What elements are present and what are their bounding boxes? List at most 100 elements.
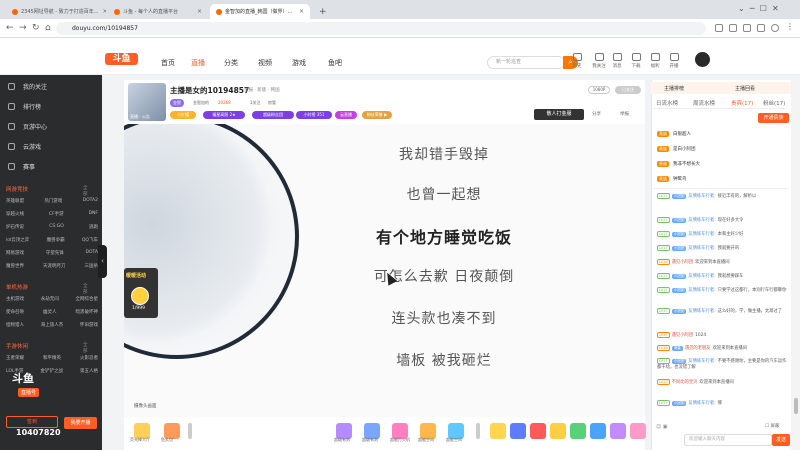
bookmark-icon[interactable] [757, 24, 765, 32]
game-row[interactable]: 使命召唤 幽灵人 暗黑破坏神 [6, 309, 98, 315]
gift-icon[interactable] [510, 423, 526, 439]
sidebar-item-webgame[interactable]: 页游中心 [8, 122, 47, 131]
game-row[interactable]: 网易游戏 守望先锋 DOTA [6, 250, 98, 256]
game-row[interactable]: 怪物猎人 海上旅人杰 怀旧游戏 [6, 322, 98, 328]
chat-username[interactable]: 友情练车行者: [688, 359, 715, 364]
gift-icon[interactable] [530, 423, 546, 439]
gift-icon[interactable] [550, 423, 566, 439]
game-row[interactable]: 炉石传说 CS:GO 逃跑 [6, 224, 98, 230]
page-scrollbar[interactable] [793, 80, 800, 450]
profile-icon[interactable] [771, 24, 779, 32]
chat-username[interactable]: 友情练车行者: [688, 309, 715, 314]
game-row[interactable]: 主机游戏 永劫无间 全网综合星 [6, 296, 98, 302]
nav-yuba[interactable]: 鱼吧 [328, 58, 342, 68]
extension-icon[interactable] [715, 24, 723, 32]
gift-icon[interactable] [630, 423, 646, 439]
gift-icon[interactable] [610, 423, 626, 439]
tab-weekly-rank[interactable]: 周流水榜 [693, 99, 715, 107]
room-admin[interactable]: 房管 [265, 99, 279, 107]
chat-username[interactable]: 不同比的宝贝 [672, 380, 698, 385]
gift-icon[interactable] [570, 423, 586, 439]
close-tab-icon[interactable]: × [193, 8, 202, 15]
chat-username[interactable]: 友情练车行者: [688, 288, 715, 293]
vip-item[interactable]: 贵族 是白小阿团 [657, 146, 696, 152]
reload-icon[interactable]: ↻ [32, 23, 40, 34]
chat-username[interactable]: 遇见小阿团 [672, 260, 693, 265]
game-row[interactable]: 英雄联盟 热门游戏 DOTA2 [6, 198, 98, 204]
scrollbar-thumb[interactable] [794, 398, 798, 414]
tab-daily-rank[interactable]: 日流水榜 [656, 99, 678, 107]
browser-tab[interactable]: 斗鱼 - 每个人的直播平台 × [108, 4, 208, 19]
tab-anchor-rank[interactable]: 主播排榜 [664, 85, 684, 92]
extension-icon[interactable] [743, 24, 751, 32]
game-row[interactable]: 穿越火线 CF手游 DNF [6, 211, 98, 217]
open-live-button[interactable]: 我要开播 [64, 417, 97, 429]
extension-icon[interactable] [729, 24, 737, 32]
chat-username[interactable]: 遇见小阿团 [672, 333, 693, 338]
sidebar-item-follow[interactable]: 我的关注 [8, 82, 47, 91]
block-checkbox[interactable]: ☐ 屏蔽 [765, 423, 779, 429]
room-sub-tags[interactable]: 举报 · 新版 · 韩国 [244, 87, 280, 93]
sidebar-item-cloudgame[interactable]: 云游戏 [8, 142, 41, 151]
tab-vip[interactable]: 贵宾(17) [731, 99, 753, 107]
home-icon[interactable]: ⌂ [45, 23, 51, 34]
site-logo[interactable]: 斗鱼 [105, 53, 138, 65]
chat-username[interactable]: 友情练车行者: [688, 246, 715, 251]
window-controls[interactable]: ⌄ ─ ☐ ✕ [738, 4, 779, 13]
tag-pill[interactable]: 超级粉丝团 [252, 111, 294, 119]
close-tab-icon[interactable]: × [98, 8, 106, 15]
chat-tools[interactable]: ☺ ▣ [656, 424, 668, 430]
new-tab-button[interactable]: + [313, 4, 327, 19]
tab-fans[interactable]: 粉丝(17) [763, 99, 785, 107]
team-button[interactable]: 散人打金服 [534, 109, 584, 120]
game-row[interactable]: 王者荣耀 和平精英 火影忍者 [6, 355, 98, 361]
video-player[interactable]: 我却错手毁掉 也曾一起想 有个地方睡觉吃饭 可怎么去歉 日夜颠倒 连头款也凑不到… [124, 124, 645, 417]
tab-anchor-replay[interactable]: 主播回看 [735, 85, 755, 92]
browser-tab-active[interactable]: 金智加的直播_韩国（做界）... × [210, 4, 310, 19]
chat-input[interactable]: 欢迎输入聊天内容 [684, 434, 772, 446]
back-icon[interactable]: ← [6, 23, 14, 34]
vip-item[interactable]: 贵族 我非不想长大 [657, 161, 700, 167]
forward-icon[interactable]: → [19, 23, 27, 34]
chat-username[interactable]: 遇见的老朋友 [685, 346, 711, 351]
history-icon[interactable]: 历史 [566, 53, 588, 69]
tag-pill[interactable]: 福星高照 2★ [203, 111, 245, 119]
sidebar-item-rank[interactable]: 排行榜 [8, 102, 41, 111]
chat-username[interactable]: 友情练车行者: [688, 401, 715, 406]
nav-live[interactable]: 直播 [191, 58, 205, 68]
url-input[interactable]: douyu.com/10194857 [56, 22, 706, 35]
user-avatar[interactable] [695, 52, 710, 67]
nav-category[interactable]: 分类 [224, 58, 238, 68]
gift-icon[interactable] [490, 423, 506, 439]
game-row[interactable]: 魔兽世界 天涯明月刀 三国杀 [6, 263, 98, 269]
nav-video[interactable]: 视频 [258, 58, 272, 68]
game-row[interactable]: lol云顶之弈 魔兽争霸 QQ飞车 [6, 237, 98, 243]
chat-username[interactable]: 友情练车行者: [688, 232, 715, 237]
gift-icon[interactable] [590, 423, 606, 439]
tag-pill[interactable]: 小时榜 351 [296, 111, 332, 119]
chat-username[interactable]: 友情练车行者: [688, 218, 715, 223]
browser-tab[interactable]: 2345网址导航 - 致力于打造百年... × [6, 4, 106, 19]
checkin-button[interactable]: 签到 [6, 416, 58, 428]
vip-item[interactable]: 贵族 钟鹭鸟 [657, 176, 687, 182]
tag-pill[interactable]: 粉丝荣誉 ▶ [362, 111, 392, 119]
menu-icon[interactable]: ⋮ [786, 22, 794, 31]
open-noble-button[interactable]: 开通贵族 [758, 113, 789, 123]
vip-item[interactable]: 贵族 白银超人 [657, 131, 691, 137]
close-tab-icon[interactable]: × [295, 8, 304, 15]
search-input[interactable]: 新一轮巡查 [487, 56, 565, 69]
category-tag[interactable]: 金智加的 [190, 99, 212, 107]
nav-game[interactable]: 游戏 [292, 58, 306, 68]
start-live-icon[interactable]: 开播 [663, 53, 685, 69]
tag-pill[interactable]: 云直播 [335, 111, 357, 119]
tag-pill[interactable]: 小红帽 [170, 111, 196, 119]
share-button[interactable]: 分享 [592, 111, 601, 117]
chat-username[interactable]: 友情练车行者: [688, 194, 715, 199]
report-button[interactable]: 举报 [620, 111, 629, 117]
nav-home[interactable]: 首页 [161, 58, 175, 68]
followed-button[interactable]: 已关注 [615, 86, 641, 94]
sidebar-collapse-icon[interactable]: ‹ [98, 245, 107, 278]
sidebar-item-events[interactable]: 赛事 [8, 162, 35, 171]
quality-button[interactable]: 1080P [588, 86, 610, 94]
chat-username[interactable]: 友情练车行者: [688, 274, 715, 279]
